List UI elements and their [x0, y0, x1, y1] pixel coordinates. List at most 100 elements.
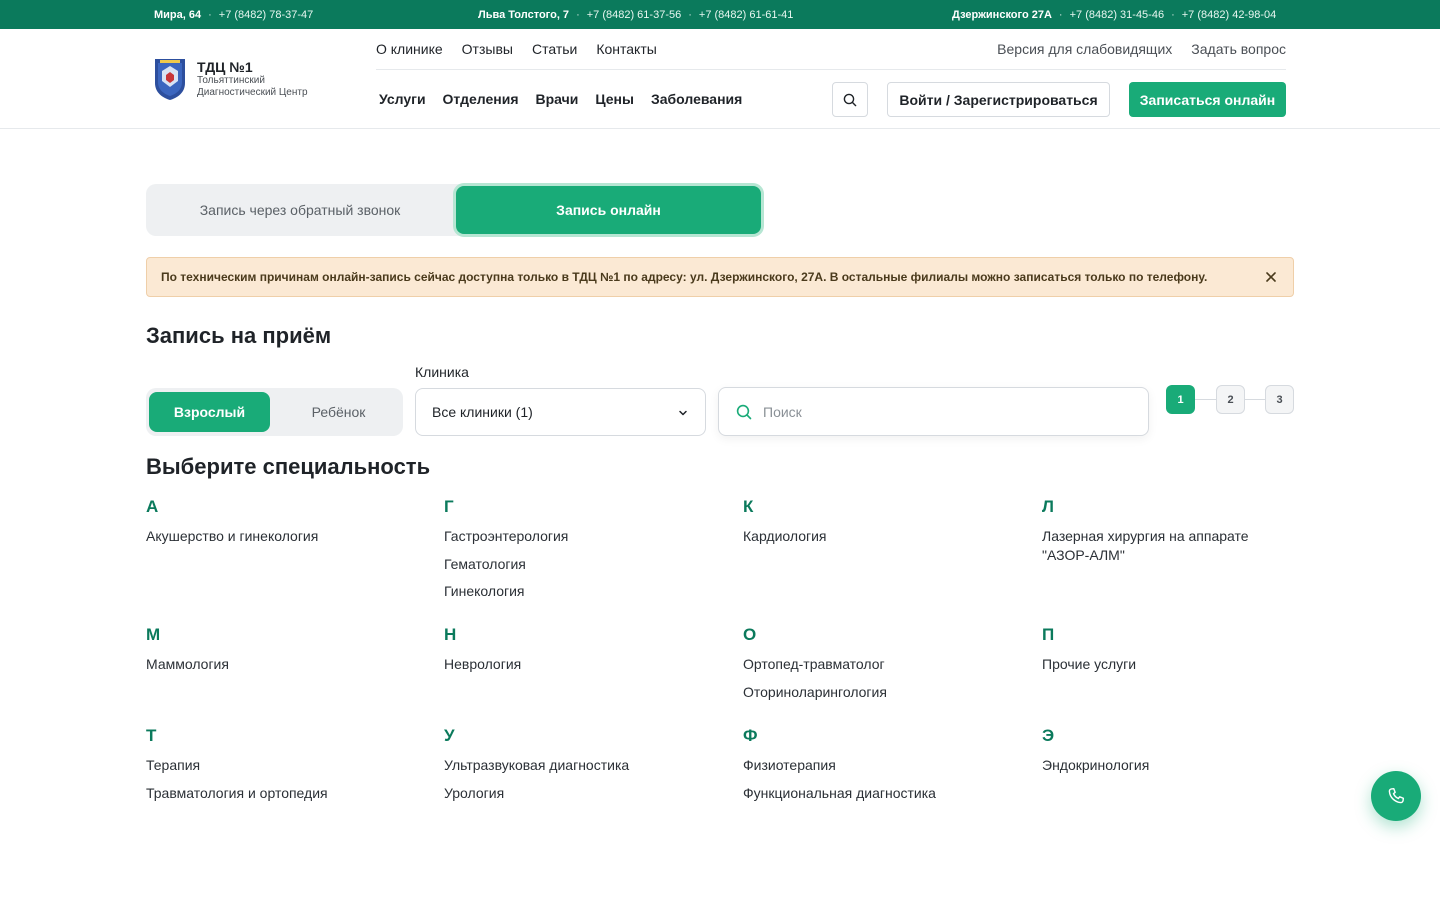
close-icon[interactable]: [1263, 269, 1279, 285]
group-letter: Г: [444, 497, 454, 516]
group-letter: У: [444, 726, 455, 745]
branch-phone[interactable]: +7 (8482) 61-61-41: [699, 9, 793, 21]
page-title: Запись на приём: [146, 323, 332, 348]
specialty-link[interactable]: Урология: [444, 784, 704, 803]
letter-group-u: У Ультразвуковая диагностика Урология: [444, 726, 704, 811]
step-connector: [1245, 399, 1266, 400]
clinic-emblem-icon: [155, 59, 185, 100]
group-letter: К: [743, 497, 754, 516]
letter-group-e: Э Эндокринология: [1042, 726, 1302, 784]
letter-group-f: Ф Физиотерапия Функциональная диагностик…: [743, 726, 1003, 811]
specialty-link[interactable]: Лазерная хирургия на аппарате "АЗОР-АЛМ": [1042, 527, 1282, 565]
step-2[interactable]: 2: [1216, 385, 1245, 414]
ask-question-link[interactable]: Задать вопрос: [1191, 41, 1286, 57]
accessibility-version-link[interactable]: Версия для слабовидящих: [997, 41, 1172, 57]
call-button[interactable]: [1371, 771, 1421, 821]
specialty-link[interactable]: Гинекология: [444, 582, 704, 601]
specialty-link[interactable]: Ортопед-травматолог: [743, 655, 1003, 674]
branch-tolstogo: Льва Толстого, 7 · +7 (8482) 61-37-56 · …: [478, 8, 794, 21]
patient-type-switch: Взрослый Ребёнок: [146, 388, 403, 436]
step-3[interactable]: 3: [1265, 385, 1294, 414]
top-right-links: Версия для слабовидящих Задать вопрос: [997, 41, 1286, 57]
branch-phone[interactable]: +7 (8482) 31-45-46: [1070, 9, 1164, 21]
nav-prices[interactable]: Цены: [595, 91, 634, 107]
branch-phone[interactable]: +7 (8482) 78-37-47: [219, 9, 313, 21]
specialty-link[interactable]: Прочие услуги: [1042, 655, 1302, 674]
adult-tab[interactable]: Взрослый: [149, 392, 270, 432]
online-booking-tab[interactable]: Запись онлайн: [456, 186, 761, 234]
callback-booking-tab[interactable]: Запись через обратный звонок: [146, 184, 454, 236]
branch-phone[interactable]: +7 (8482) 61-37-56: [587, 9, 681, 21]
specialty-link[interactable]: Терапия: [146, 756, 406, 775]
group-letter: М: [146, 625, 161, 644]
nav-contacts[interactable]: Контакты: [596, 41, 656, 57]
header-search-button[interactable]: [832, 82, 868, 117]
branch-mira: Мира, 64 · +7 (8482) 78-37-47: [154, 8, 314, 21]
alert-text: По техническим причинам онлайн-запись се…: [161, 270, 1208, 284]
specialty-link[interactable]: Ультразвуковая диагностика: [444, 756, 704, 775]
group-letter: Ф: [743, 726, 758, 745]
specialty-link[interactable]: Оториноларингология: [743, 683, 1003, 702]
step-connector: [1195, 399, 1216, 400]
site-header: ТДЦ №1 Тольяттинский Диагностический Цен…: [0, 29, 1440, 129]
main-nav: Услуги Отделения Врачи Цены Заболевания: [379, 91, 742, 107]
group-letter: Н: [444, 625, 457, 644]
branch-address: Мира, 64: [154, 8, 202, 21]
nav-about[interactable]: О клинике: [376, 41, 443, 57]
branch-address: Льва Толстого, 7: [478, 8, 570, 21]
specialty-link[interactable]: Функциональная диагностика: [743, 784, 1003, 803]
branch-phone[interactable]: +7 (8482) 42-98-04: [1182, 9, 1276, 21]
branch-address: Дзержинского 27А: [952, 8, 1052, 21]
top-contact-bar: Мира, 64 · +7 (8482) 78-37-47 Льва Толст…: [0, 0, 1440, 29]
search-icon: [736, 404, 752, 420]
nav-departments[interactable]: Отделения: [443, 91, 519, 107]
search-placeholder: Поиск: [763, 403, 802, 420]
nav-doctors[interactable]: Врачи: [536, 91, 579, 107]
child-tab[interactable]: Ребёнок: [276, 392, 401, 432]
logo-subtitle-2: Диагностический Центр: [197, 87, 308, 98]
letter-group-o: О Ортопед-травматолог Оториноларингологи…: [743, 625, 1003, 710]
specialty-link[interactable]: Гастроэнтерология: [444, 527, 704, 546]
group-letter: П: [1042, 625, 1055, 644]
letter-group-k: К Кардиология: [743, 497, 1003, 555]
group-letter: Л: [1042, 497, 1054, 516]
specialty-link[interactable]: Травматология и ортопедия: [146, 784, 406, 803]
search-icon: [843, 93, 857, 106]
clinic-select-value: Все клиники (1): [432, 404, 533, 420]
letter-group-g: Г Гастроэнтерология Гематология Гинеколо…: [444, 497, 704, 610]
header-divider: [376, 69, 1286, 70]
letter-group-t: Т Терапия Травматология и ортопедия: [146, 726, 406, 811]
logo-subtitle-1: Тольяттинский: [197, 75, 265, 86]
step-1[interactable]: 1: [1166, 385, 1195, 414]
phone-icon: [1388, 787, 1405, 804]
technical-notice-alert: По техническим причинам онлайн-запись се…: [146, 257, 1294, 297]
login-register-button[interactable]: Войти / Зарегистрироваться: [887, 82, 1110, 117]
specialty-section-title: Выберите специальность: [146, 454, 431, 479]
letter-group-m: М Маммология: [146, 625, 406, 683]
group-letter: А: [146, 497, 159, 516]
clinic-select[interactable]: Все клиники (1): [415, 388, 706, 436]
logo-title: ТДЦ №1: [197, 59, 253, 75]
site-logo[interactable]: ТДЦ №1 Тольяттинский Диагностический Цен…: [153, 57, 308, 101]
specialty-link[interactable]: Акушерство и гинекология: [146, 527, 406, 546]
letter-group-p: П Прочие услуги: [1042, 625, 1302, 683]
clinic-field-label: Клиника: [415, 364, 469, 380]
letter-group-l: Л Лазерная хирургия на аппарате "АЗОР-АЛ…: [1042, 497, 1282, 574]
nav-articles[interactable]: Статьи: [532, 41, 577, 57]
branch-dzerzhinskogo: Дзержинского 27А · +7 (8482) 31-45-46 · …: [952, 8, 1277, 21]
specialty-link[interactable]: Эндокринология: [1042, 756, 1302, 775]
specialty-link[interactable]: Неврология: [444, 655, 704, 674]
specialty-link[interactable]: Кардиология: [743, 527, 1003, 546]
group-letter: Э: [1042, 726, 1055, 745]
nav-diseases[interactable]: Заболевания: [651, 91, 742, 107]
specialty-link[interactable]: Гематология: [444, 555, 704, 574]
nav-reviews[interactable]: Отзывы: [462, 41, 513, 57]
nav-services[interactable]: Услуги: [379, 91, 426, 107]
specialty-link[interactable]: Маммология: [146, 655, 406, 674]
specialty-link[interactable]: Физиотерапия: [743, 756, 1003, 775]
group-letter: Т: [146, 726, 157, 745]
book-online-button[interactable]: Записаться онлайн: [1129, 82, 1286, 117]
group-letter: О: [743, 625, 757, 644]
specialty-search-input[interactable]: Поиск: [718, 387, 1149, 436]
letter-group-a: А Акушерство и гинекология: [146, 497, 406, 555]
